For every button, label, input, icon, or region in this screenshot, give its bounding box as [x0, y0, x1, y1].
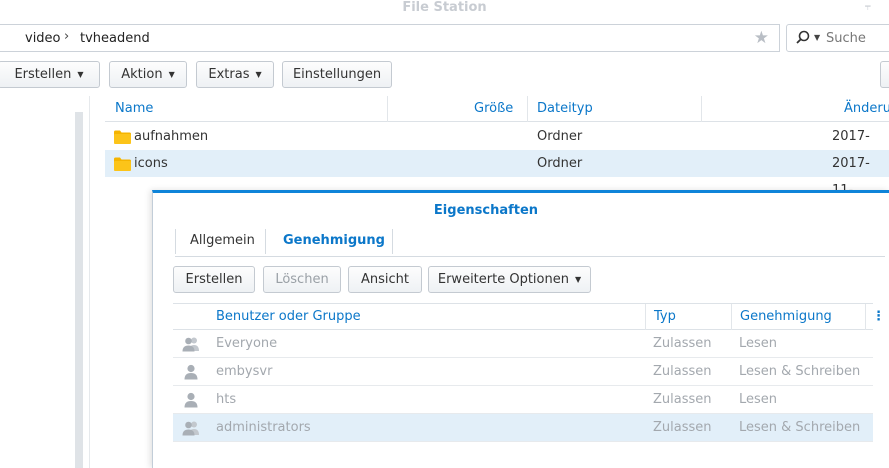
sidebar-divider	[89, 96, 90, 468]
file-row-aufnahmen[interactable]: aufnahmen Ordner 2017-11-	[105, 123, 889, 171]
chevron-down-icon: ▼	[77, 70, 84, 79]
column-divider	[527, 96, 528, 122]
tab-divider	[175, 229, 176, 254]
pin-icon[interactable]: ⫧	[865, 0, 871, 14]
user-icon	[184, 364, 198, 380]
search-icon	[796, 30, 810, 44]
dialog-tabs: Allgemein Genehmigung	[175, 226, 885, 257]
search-box[interactable]: ▼ Suche	[786, 24, 889, 52]
column-name[interactable]: Name	[115, 96, 153, 122]
tab-divider	[265, 229, 266, 254]
permission-row-embysvr[interactable]: embysvr Zulassen Lesen & Schreiben	[173, 358, 873, 386]
breadcrumb-video[interactable]: video	[25, 31, 61, 46]
permission-row-hts[interactable]: hts Zulassen Lesen	[173, 386, 873, 414]
permission-user: administrators	[216, 420, 311, 435]
action-button[interactable]: Aktion ▼	[109, 61, 187, 88]
permission-user: embysvr	[216, 364, 273, 379]
settings-button[interactable]: Einstellungen	[282, 61, 392, 88]
column-modified[interactable]: Änderu	[844, 96, 889, 122]
path-bar[interactable]: video › tvheadend ★	[0, 24, 780, 52]
permission-value: Lesen	[739, 336, 778, 351]
column-menu-icon[interactable]: ⋮	[872, 304, 885, 330]
tab-divider	[392, 229, 393, 254]
column-permission[interactable]: Genehmigung	[740, 304, 832, 330]
window-title: File Station	[402, 0, 487, 15]
chevron-down-icon: ▼	[168, 70, 175, 79]
column-size[interactable]: Größe	[474, 96, 513, 122]
properties-dialog: Eigenschaften Allgemein Genehmigung Erst…	[152, 190, 889, 468]
permission-value: Lesen & Schreiben	[739, 364, 861, 379]
extras-button[interactable]: Extras ▼	[196, 61, 274, 88]
file-type: Ordner	[537, 156, 583, 171]
column-divider	[701, 96, 702, 122]
permission-user: hts	[216, 392, 237, 407]
tab-permission[interactable]: Genehmigung	[283, 226, 385, 257]
folder-icon	[114, 130, 131, 144]
search-input[interactable]: Suche	[826, 31, 866, 46]
permission-create-button[interactable]: Erstellen	[173, 266, 255, 293]
permission-row-administrators[interactable]: administrators Zulassen Lesen & Schreibe…	[173, 414, 873, 442]
permission-type: Zulassen	[653, 392, 712, 407]
column-divider	[645, 304, 646, 330]
sidebar-scrollbar[interactable]	[75, 112, 83, 468]
dialog-title: Eigenschaften	[433, 203, 539, 218]
permission-type: Zulassen	[653, 336, 712, 351]
chevron-down-icon: ▼	[574, 275, 582, 284]
file-modified: 2017-11-	[832, 129, 870, 171]
permission-table-header: Benutzer oder Gruppe Typ Genehmigung ⋮	[173, 303, 885, 330]
permission-row-everyone[interactable]: Everyone Zulassen Lesen	[173, 330, 873, 358]
file-name: icons	[134, 156, 168, 171]
chevron-right-icon: ›	[64, 29, 70, 44]
folder-icon	[114, 157, 131, 171]
tab-general[interactable]: Allgemein	[190, 226, 255, 257]
file-name: aufnahmen	[134, 129, 209, 144]
chevron-down-icon[interactable]: ▼	[814, 33, 820, 42]
breadcrumb-tvheadend[interactable]: tvheadend	[80, 31, 150, 46]
column-divider	[865, 304, 866, 330]
column-divider	[731, 304, 732, 330]
file-row-icons[interactable]: icons Ordner 2017-11-	[105, 150, 889, 198]
permission-value: Lesen & Schreiben	[739, 420, 861, 435]
advanced-options-button[interactable]: Erweiterte Optionen ▼	[428, 266, 591, 293]
column-user-or-group[interactable]: Benutzer oder Gruppe	[216, 304, 361, 330]
window-titlebar: File Station ⫧	[0, 0, 889, 17]
permission-type: Zulassen	[653, 420, 712, 435]
group-icon	[182, 421, 199, 436]
file-type: Ordner	[537, 129, 583, 144]
group-icon	[182, 337, 199, 352]
star-icon[interactable]: ★	[754, 28, 769, 48]
file-list-header: Name Größe Dateityp Änderu	[105, 96, 889, 122]
column-type[interactable]: Typ	[654, 304, 676, 330]
permission-type: Zulassen	[653, 364, 712, 379]
column-divider	[387, 96, 388, 122]
chevron-down-icon: ▼	[255, 70, 262, 79]
permission-delete-button[interactable]: Löschen	[263, 266, 341, 293]
permission-view-button[interactable]: Ansicht	[348, 266, 422, 293]
permission-value: Lesen	[739, 392, 778, 407]
permission-user: Everyone	[216, 336, 278, 351]
user-icon	[184, 392, 198, 408]
column-type[interactable]: Dateityp	[537, 96, 593, 122]
view-toggle-button[interactable]	[880, 61, 889, 88]
create-button[interactable]: Erstellen ▼	[0, 61, 100, 88]
file-modified: 2017-11-	[832, 156, 870, 198]
